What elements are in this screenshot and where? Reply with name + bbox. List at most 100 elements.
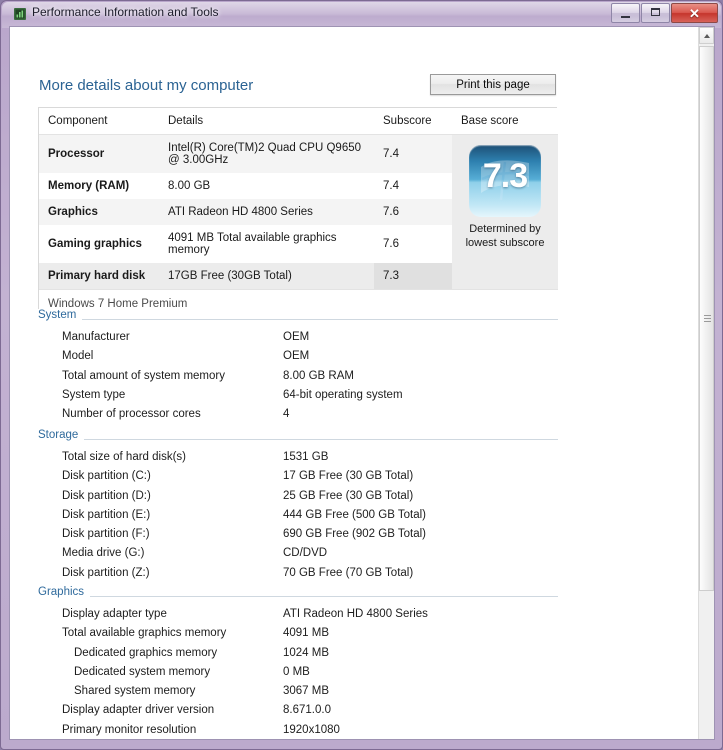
row-component-label: Gaming graphics [39, 225, 159, 263]
detail-value: 64-bit operating system [283, 388, 403, 401]
list-item: Display adapter type ATI Radeon HD 4800 … [38, 606, 558, 625]
base-score-caption: Determined by lowest subscore [458, 223, 552, 251]
section-title: Graphics [38, 586, 91, 598]
close-button[interactable]: ✕ [671, 3, 718, 23]
detail-value: 4091 MB [283, 627, 330, 640]
detail-value: OEM [283, 350, 310, 363]
detail-value: 4 [283, 408, 290, 421]
base-score-cell: 7.3 Determined by lowest subscore [452, 134, 558, 290]
detail-value: 8.671.0.0 [283, 704, 331, 717]
row-subscore-value: 7.6 [374, 225, 452, 263]
detail-value: OEM [283, 331, 310, 343]
section-header-graphics: Graphics [38, 586, 558, 600]
detail-key: Disk partition (C:) [62, 470, 151, 483]
window-client-area: More details about my computer Print thi… [9, 26, 715, 740]
detail-value: 690 GB Free (902 GB Total) [283, 528, 426, 541]
detail-value: 25 GB Free (30 GB Total) [283, 489, 414, 502]
section-system: System Manufacturer OEM Model OEM Total … [38, 309, 558, 425]
detail-key: Number of processor cores [62, 408, 201, 421]
detail-key: Total size of hard disk(s) [62, 451, 186, 463]
detail-key: Manufacturer [62, 331, 130, 343]
base-score-caption-line2: lowest subscore [465, 236, 545, 249]
list-item: Media drive (G:) CD/DVD [38, 545, 558, 564]
title-bar[interactable]: Performance Information and Tools ✕ [1, 1, 723, 26]
vertical-scrollbar[interactable] [698, 27, 714, 739]
list-item: Dedicated graphics memory 1024 MB [38, 645, 558, 664]
base-score-value: 7.3 [482, 157, 528, 195]
scroll-up-arrow-icon [703, 33, 710, 38]
detail-key: Display adapter type [62, 608, 167, 620]
row-subscore-value: 7.4 [374, 173, 452, 199]
minimize-icon [621, 16, 630, 18]
column-header-base-score: Base score [452, 108, 558, 135]
application-window: Performance Information and Tools ✕ More… [0, 0, 723, 750]
content-page: More details about my computer Print thi… [10, 27, 699, 739]
detail-value: 0 MB [283, 665, 310, 678]
row-details-value: 8.00 GB [159, 173, 374, 199]
table-header-row: Component Details Subscore Base score [39, 108, 558, 135]
section-storage: Storage Total size of hard disk(s) 1531 … [38, 429, 558, 584]
row-component-label: Memory (RAM) [39, 173, 159, 199]
section-header-storage: Storage [38, 429, 558, 443]
detail-value: 1920x1080 [283, 723, 340, 736]
detail-key: Disk partition (D:) [62, 489, 151, 502]
detail-key: Display adapter driver version [62, 704, 215, 717]
detail-value: 3067 MB [283, 685, 330, 698]
section-title: Storage [38, 429, 85, 441]
row-component-label: Processor [39, 134, 159, 173]
page-title: More details about my computer [39, 77, 254, 94]
detail-value: 1024 MB [283, 646, 330, 659]
print-this-page-button[interactable]: Print this page [430, 74, 556, 95]
column-header-subscore: Subscore [374, 108, 452, 135]
row-component-label: Primary hard disk [39, 263, 159, 290]
detail-key: Disk partition (Z:) [62, 566, 150, 579]
list-item: Total amount of system memory 8.00 GB RA… [38, 368, 558, 387]
base-score-badge: 7.3 [469, 145, 541, 217]
list-item: Primary monitor resolution 1920x1080 [38, 722, 558, 739]
detail-key: Dedicated system memory [74, 665, 211, 678]
detail-value: 444 GB Free (500 GB Total) [283, 508, 426, 521]
detail-key: Disk partition (F:) [62, 528, 150, 541]
close-icon: ✕ [689, 5, 700, 21]
list-item: Disk partition (C:) 17 GB Free (30 GB To… [38, 468, 558, 487]
section-divider [38, 439, 558, 440]
detail-key: Primary monitor resolution [62, 723, 197, 736]
list-item: Shared system memory 3067 MB [38, 683, 558, 702]
section-title: System [38, 309, 83, 321]
detail-key: Model [62, 350, 94, 363]
detail-key: Total available graphics memory [62, 627, 227, 640]
row-details-value: ATI Radeon HD 4800 Series [159, 199, 374, 225]
row-component-label: Graphics [39, 199, 159, 225]
scroll-up-button[interactable] [699, 27, 714, 44]
detail-key: Disk partition (E:) [62, 508, 151, 521]
component-score-table: Component Details Subscore Base score Pr… [38, 107, 558, 320]
column-header-component: Component [39, 108, 159, 135]
column-header-details: Details [159, 108, 374, 135]
table-row: Processor Intel(R) Core(TM)2 Quad CPU Q9… [39, 134, 558, 290]
detail-value: ATI Radeon HD 4800 Series [283, 608, 428, 620]
detail-value: 1531 GB [283, 451, 329, 463]
detail-key: Shared system memory [74, 685, 196, 698]
row-details-value: 4091 MB Total available graphics memory [159, 225, 374, 263]
list-item: System type 64-bit operating system [38, 387, 558, 406]
window-title: Performance Information and Tools [32, 5, 219, 19]
row-details-value: 17GB Free (30GB Total) [159, 263, 374, 290]
caption-button-group: ✕ [610, 3, 718, 23]
maximize-button[interactable] [641, 3, 670, 23]
list-item: Model OEM [38, 348, 558, 367]
performance-icon [14, 8, 26, 20]
list-item: Total available graphics memory 4091 MB [38, 625, 558, 644]
scrollbar-grip-icon [704, 314, 711, 323]
detail-key: Media drive (G:) [62, 547, 145, 560]
section-graphics: Graphics Display adapter type ATI Radeon… [38, 586, 558, 739]
minimize-button[interactable] [611, 3, 640, 23]
list-item: Disk partition (D:) 25 GB Free (30 GB To… [38, 488, 558, 507]
row-subscore-value: 7.6 [374, 199, 452, 225]
scrollbar-thumb[interactable] [699, 46, 714, 591]
row-details-value: Intel(R) Core(TM)2 Quad CPU Q9650 @ 3.00… [159, 134, 374, 173]
list-item: Total size of hard disk(s) 1531 GB [38, 449, 558, 468]
detail-key: System type [62, 388, 126, 401]
section-header-system: System [38, 309, 558, 323]
base-score-caption-line1: Determined by [469, 223, 541, 235]
detail-key: Total amount of system memory [62, 369, 225, 382]
